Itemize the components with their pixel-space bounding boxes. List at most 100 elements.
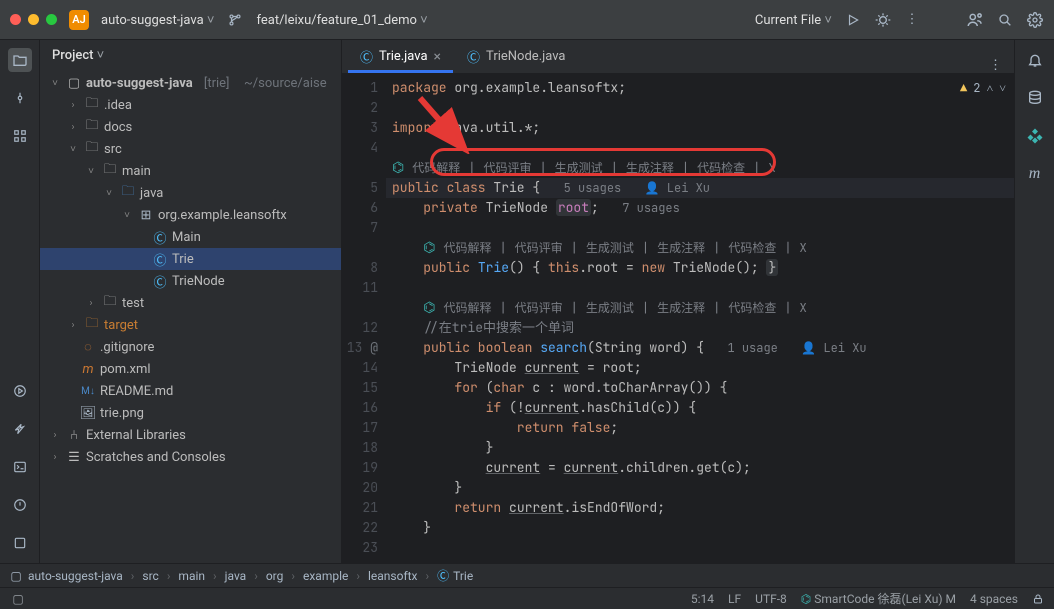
tree-item-pkg[interactable]: org.example.leansoftx <box>158 208 287 223</box>
run-config-selector[interactable]: Current File <box>755 12 832 28</box>
tab-trienode[interactable]: Ⓒ TrieNode.java <box>455 43 577 73</box>
tree-item-gitignore[interactable]: .gitignore <box>100 340 154 355</box>
gutter: 1234 567 811 12 13 @ 14151617 18192021 2… <box>342 74 386 563</box>
tree-item-trienode-class[interactable]: TrieNode <box>172 274 225 289</box>
tree-item-readme[interactable]: README.md <box>100 384 173 399</box>
code-with-me-icon[interactable] <box>966 11 984 29</box>
more-icon[interactable]: ⋮ <box>904 11 922 29</box>
class-icon: Ⓒ <box>152 229 168 245</box>
crumb[interactable]: src <box>142 569 158 583</box>
tree-item-main-class[interactable]: Main <box>172 230 201 245</box>
readonly-lock-icon[interactable] <box>1032 593 1044 605</box>
markdown-icon: M↓ <box>80 383 96 399</box>
smartcode-status[interactable]: SmartCode 徐磊(Lei Xu) M <box>814 592 956 606</box>
project-selector[interactable]: auto-suggest-java <box>101 12 214 28</box>
author-gutter-icon[interactable]: @ <box>370 339 378 356</box>
class-icon: Ⓒ <box>437 567 449 584</box>
maven-icon: m <box>80 361 96 377</box>
folder-icon: 🗀 <box>84 97 100 113</box>
breadcrumb[interactable]: ▢ auto-suggest-java src main java org ex… <box>0 563 1054 587</box>
debug-icon[interactable] <box>874 11 892 29</box>
tree-item-libs[interactable]: External Libraries <box>86 428 186 443</box>
indent-status[interactable]: 4 spaces <box>970 592 1018 606</box>
project-tool-icon[interactable] <box>8 48 32 72</box>
folder-icon: 🗀 <box>84 141 100 157</box>
scratches-icon: ☰ <box>66 449 82 465</box>
window-close[interactable] <box>10 14 21 25</box>
code-lens[interactable]: ⌬代码解释|代码评审|生成测试|生成注释|代码检查|X <box>423 238 809 258</box>
branch-icon <box>226 11 244 29</box>
window-maximize[interactable] <box>46 14 57 25</box>
project-pane-title[interactable]: Project <box>52 47 104 63</box>
libraries-icon: ⑃ <box>66 427 82 443</box>
crumb[interactable]: auto-suggest-java <box>28 569 123 583</box>
code-lens[interactable]: ⌬代码解释|代码评审|生成测试|生成注释|代码检查|X <box>423 298 809 318</box>
tree-item-test[interactable]: test <box>122 296 144 311</box>
run-icon[interactable] <box>844 11 862 29</box>
window-minimize[interactable] <box>28 14 39 25</box>
smartcode-icon: ⌬ <box>423 298 435 318</box>
module-icon: ▢ <box>66 75 82 91</box>
smartcode-icon: ⌬ <box>392 158 404 178</box>
chevron-up-icon[interactable]: ˄ <box>986 80 993 96</box>
tree-item-pom[interactable]: pom.xml <box>100 362 151 377</box>
build-tool-icon[interactable] <box>8 417 32 441</box>
tree-item-docs[interactable]: docs <box>104 120 132 135</box>
commit-tool-icon[interactable] <box>8 86 32 110</box>
crumb[interactable]: java <box>225 569 247 583</box>
crumb[interactable]: Trie <box>453 569 473 583</box>
notifications-icon[interactable] <box>1023 48 1047 72</box>
tab-overflow-icon[interactable]: ⋮ <box>989 58 1004 73</box>
tree-item-triepng[interactable]: trie.png <box>100 406 144 421</box>
tree-item-idea[interactable]: .idea <box>104 98 132 113</box>
vcs-tool-icon[interactable] <box>8 531 32 555</box>
search-icon[interactable] <box>996 11 1014 29</box>
terminal-tool-icon[interactable] <box>8 455 32 479</box>
maven-tool-icon[interactable]: m <box>1023 162 1047 186</box>
show-toolwindows-icon[interactable]: ▢ <box>10 591 26 607</box>
line-separator[interactable]: LF <box>728 592 741 606</box>
author-icon: 👤 <box>645 180 667 196</box>
source-folder-icon: 🗀 <box>120 185 136 201</box>
tree-item-target[interactable]: target <box>104 318 138 333</box>
branch-selector[interactable]: feat/leixu/feature_01_demo <box>256 12 427 28</box>
smartcode-tool-icon[interactable] <box>1023 124 1047 148</box>
class-icon: Ⓒ <box>360 47 373 66</box>
folder-icon: 🗀 <box>102 295 118 311</box>
tree-item-src[interactable]: src <box>104 142 122 157</box>
crumb[interactable]: org <box>266 569 284 583</box>
author-icon: 👤 <box>801 340 823 356</box>
tree-root-path: ~/source/aise <box>244 76 327 91</box>
class-icon: Ⓒ <box>467 47 480 66</box>
database-tool-icon[interactable] <box>1023 86 1047 110</box>
module-icon: ▢ <box>8 568 24 584</box>
problems-tool-icon[interactable] <box>8 493 32 517</box>
caret-position[interactable]: 5:14 <box>691 592 714 606</box>
image-icon: 🖼 <box>80 405 96 421</box>
file-encoding[interactable]: UTF-8 <box>755 592 787 606</box>
crumb[interactable]: main <box>178 569 205 583</box>
crumb[interactable]: example <box>303 569 348 583</box>
project-tree[interactable]: ˅▢ auto-suggest-java [trie] ~/source/ais… <box>40 70 341 563</box>
chevron-down-icon[interactable]: ˅ <box>999 80 1006 96</box>
code-editor[interactable]: 1234 567 811 12 13 @ 14151617 18192021 2… <box>342 74 1014 563</box>
project-badge: AJ <box>69 10 89 30</box>
structure-tool-icon[interactable] <box>8 124 32 148</box>
code-lens[interactable]: ⌬代码解释|代码评审|生成测试|生成注释|代码检查|X <box>392 158 778 178</box>
gitignore-icon: ◌ <box>80 339 96 355</box>
crumb[interactable]: leansoftx <box>368 569 418 583</box>
tree-root-name[interactable]: auto-suggest-java <box>86 76 193 91</box>
tree-item-main[interactable]: main <box>122 164 151 179</box>
tab-trie[interactable]: Ⓒ Trie.java × <box>348 43 453 73</box>
settings-icon[interactable] <box>1026 11 1044 29</box>
close-tab-icon[interactable]: × <box>434 49 441 65</box>
git-tool-icon[interactable] <box>8 379 32 403</box>
problems-widget[interactable]: ▲ 2 ˄ ˅ <box>960 80 1006 96</box>
tree-item-scratches[interactable]: Scratches and Consoles <box>86 450 226 465</box>
package-icon: ⊞ <box>138 207 154 223</box>
tree-item-java[interactable]: java <box>140 186 163 201</box>
tree-item-trie-class[interactable]: Trie <box>172 252 194 267</box>
tab-label: Trie.java <box>379 49 428 64</box>
tab-label: TrieNode.java <box>486 49 565 64</box>
class-icon: Ⓒ <box>152 273 168 289</box>
